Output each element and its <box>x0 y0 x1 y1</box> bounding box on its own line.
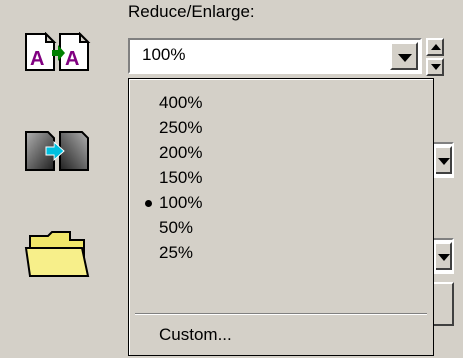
option-custom[interactable]: Custom... <box>159 325 232 345</box>
svg-text:A: A <box>30 48 44 70</box>
zoom-spinner[interactable] <box>426 38 444 76</box>
option-250[interactable]: 250% <box>159 116 202 140</box>
combo-selected-value: 100% <box>142 45 186 64</box>
chevron-down-icon <box>398 54 412 62</box>
spin-up-button[interactable] <box>426 38 444 56</box>
option-label: 250% <box>159 118 203 137</box>
option-label: 50% <box>159 218 194 237</box>
svg-text:A: A <box>65 48 79 70</box>
option-200[interactable]: 200% <box>159 141 202 165</box>
arrow-up-icon <box>431 44 441 50</box>
background-combo-3-button[interactable] <box>436 242 452 270</box>
option-label: 200% <box>159 143 203 162</box>
option-label: 400% <box>159 93 203 112</box>
option-label: 100% <box>159 193 203 212</box>
option-50[interactable]: 50% <box>159 216 193 240</box>
transparency-page-icon <box>24 130 92 177</box>
option-label: 150% <box>159 168 203 187</box>
spin-down-button[interactable] <box>426 58 444 76</box>
chevron-down-icon <box>438 254 450 261</box>
reduce-enlarge-combo[interactable]: 100% <box>128 38 422 74</box>
option-100[interactable]: 100% <box>145 191 203 215</box>
reduce-enlarge-label: Reduce/Enlarge: <box>128 2 255 21</box>
chevron-down-icon <box>438 158 450 165</box>
background-combo-2-button[interactable] <box>436 146 452 174</box>
option-400[interactable]: 400% <box>159 91 202 115</box>
selected-bullet-icon <box>145 200 152 207</box>
combo-dropdown-button[interactable] <box>390 42 418 70</box>
menu-separator <box>135 313 427 315</box>
background-combo-2[interactable] <box>434 142 454 178</box>
arrow-down-icon <box>431 64 441 70</box>
option-25[interactable]: 25% <box>159 241 193 265</box>
background-button[interactable] <box>434 282 454 326</box>
reduce-enlarge-dropdown: 400% 250% 200% 150% 100% 50% 25% Custom.… <box>128 78 434 356</box>
resize-page-icon: A A <box>24 31 92 77</box>
background-combo-3[interactable] <box>434 238 454 274</box>
option-150[interactable]: 150% <box>159 166 202 190</box>
folder-icon <box>24 226 90 287</box>
option-label: 25% <box>159 243 194 262</box>
